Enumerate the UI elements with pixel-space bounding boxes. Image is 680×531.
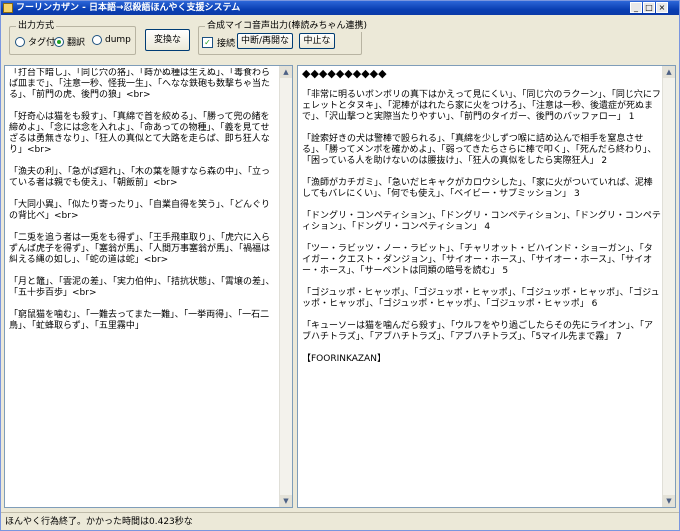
input-text-area[interactable]: 「打台下暗し」、「同じ穴の狢」、「蒔かぬ種は生えぬ」、「毒食わらば皿まで」、「注… xyxy=(4,65,293,508)
scroll-up-icon[interactable]: ▲ xyxy=(663,66,675,78)
input-paragraph: 「大同小異」、「似たり寄ったり」、「自業自得を笑う」、「どんぐりの背比べ」<br… xyxy=(9,200,271,221)
output-scrollbar[interactable]: ▲ ▼ xyxy=(662,66,675,507)
pause-resume-button[interactable]: 中断/再開な xyxy=(237,33,293,49)
input-paragraph: 「二兎を追う者は一兎をも得ず」、「王手飛車取り」、「虎穴に入らずんば虎子を得ず」… xyxy=(9,233,271,265)
output-paragraph: 「ゴジュッポ・ヒャッポ」、「ゴジュッポ・ヒャッポ」、「ゴジュッポ・ヒャッポ」、「… xyxy=(302,288,660,309)
output-paragraph: 「漁師がカチガミ」、「急いだヒキャクがカロウシした」、「家に火がついていれば、泥… xyxy=(302,178,653,199)
output-paragraph: 「非常に明るいボンボリの真下はかえって見にくい」、「同じ穴のラクーン」、「同じ穴… xyxy=(302,90,661,122)
input-paragraph: 「月と鼈」、「雲泥の差」、「実力伯仲」、「拮抗状態」、「霄壌の差」、「五十歩百歩… xyxy=(9,277,275,298)
main-window: フーリンカザン - 日本語→忍殺語ほんやく支援システム _ □ × 出力方式 タ… xyxy=(0,0,680,531)
scroll-down-icon[interactable]: ▼ xyxy=(663,495,675,507)
output-mode-group: 出力方式 タグ付 翻訳 dump xyxy=(9,21,136,55)
close-button[interactable]: × xyxy=(656,2,668,13)
input-paragraph: 「打台下暗し」、「同じ穴の狢」、「蒔かぬ種は生えぬ」、「毒食わらば皿まで」、「注… xyxy=(9,68,271,100)
checkbox-checked-icon: ✓ xyxy=(202,37,213,48)
radio-icon xyxy=(92,35,102,45)
maximize-button[interactable]: □ xyxy=(643,2,655,13)
output-paragraph: 「詮索好きの犬は警棒で殴られる」、「真綿を少しずつ喉に詰め込んで相手を窒息させる… xyxy=(302,134,657,166)
input-paragraph: 「好奇心は猫をも殺す」、「真綿で首を絞める」、「勝って兜の緒を締めよ」、「念には… xyxy=(9,112,270,155)
output-paragraph: 「ツー・ラビッツ・ノー・ラビット」、「チャリオット・ビハインド・ショーガン」、「… xyxy=(302,244,653,276)
input-paragraph: 「窮鼠猫を噛む」、「一難去ってまた一難」、「一挙両得」、「一石二鳥」、「虻蜂取ら… xyxy=(9,310,270,331)
connect-checkbox[interactable]: ✓ 接続 xyxy=(202,36,235,49)
output-text-content: ◆◆◆◆◆◆◆◆◆◆ 「非常に明るいボンボリの真下はかえって見にくい」、「同じ穴… xyxy=(302,68,661,505)
speech-output-group: 合成マイコ音声出力(棒読みちゃん連携) ✓ 接続 中断/再開な 中止な xyxy=(198,21,370,55)
app-icon xyxy=(3,3,13,13)
scroll-down-icon[interactable]: ▼ xyxy=(280,495,292,507)
radio-selected-icon xyxy=(54,36,64,47)
input-scrollbar[interactable]: ▲ ▼ xyxy=(279,66,292,507)
connect-checkbox-label: 接続 xyxy=(217,39,236,49)
output-paragraph: 【FOORINKAZAN】 xyxy=(302,354,386,364)
scroll-up-icon[interactable]: ▲ xyxy=(280,66,292,78)
minimize-button[interactable]: _ xyxy=(630,2,642,13)
convert-button[interactable]: 変換な xyxy=(145,29,190,51)
radio-dump-label: dump xyxy=(105,35,131,45)
speech-output-label: 合成マイコ音声出力(棒読みちゃん連携) xyxy=(205,21,370,32)
radio-translate-label: 翻訳 xyxy=(67,38,86,48)
status-bar: ほんやく行為終了。かかった時間は0.423秒な xyxy=(1,512,679,531)
output-paragraph: 「キューソーは猫を噛んだら殺す」、「ウルフをやり過ごしたらその先にライオン」、「… xyxy=(302,321,654,342)
output-paragraph: 「ドングリ・コンペティション」、「ドングリ・コンペティション」、「ドングリ・コン… xyxy=(302,211,661,232)
title-bar[interactable]: フーリンカザン - 日本語→忍殺語ほんやく支援システム _ □ × xyxy=(1,1,679,15)
radio-icon xyxy=(15,36,25,47)
output-paragraph: ◆◆◆◆◆◆◆◆◆◆ xyxy=(302,68,387,80)
input-paragraph: 「漁夫の利」、「急がば廻れ」、「木の葉を隠すなら森の中」、「立っている者は親でも… xyxy=(9,167,271,188)
radio-tagged[interactable]: タグ付 xyxy=(15,35,55,48)
radio-dump[interactable]: dump xyxy=(92,35,131,45)
stop-button[interactable]: 中止な xyxy=(299,33,335,49)
radio-translate[interactable]: 翻訳 xyxy=(54,35,85,48)
output-mode-label: 出力方式 xyxy=(16,21,57,32)
output-text-area[interactable]: ◆◆◆◆◆◆◆◆◆◆ 「非常に明るいボンボリの真下はかえって見にくい」、「同じ穴… xyxy=(297,65,676,508)
input-text-content: 「打台下暗し」、「同じ穴の狢」、「蒔かぬ種は生えぬ」、「毒食わらば皿まで」、「注… xyxy=(9,68,278,505)
radio-tagged-label: タグ付 xyxy=(28,38,56,48)
status-text: ほんやく行為終了。かかった時間は0.423秒な xyxy=(5,517,193,527)
window-title: フーリンカザン - 日本語→忍殺語ほんやく支援システム xyxy=(16,3,241,13)
